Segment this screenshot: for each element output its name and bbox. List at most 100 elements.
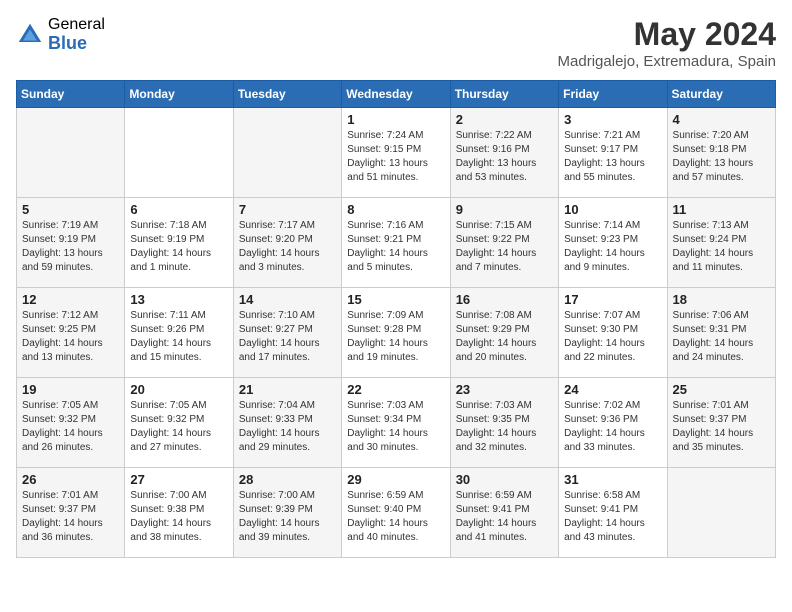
day-detail: Sunrise: 7:13 AM Sunset: 9:24 PM Dayligh… [673, 219, 770, 275]
page-header: General Blue May 2024 Madrigalejo, Extre… [16, 16, 776, 70]
day-detail: Sunrise: 7:05 AM Sunset: 9:32 PM Dayligh… [130, 399, 227, 455]
logo-blue: Blue [48, 34, 105, 54]
day-number: 3 [564, 112, 661, 127]
calendar-cell: 18Sunrise: 7:06 AM Sunset: 9:31 PM Dayli… [667, 288, 775, 378]
day-detail: Sunrise: 7:05 AM Sunset: 9:32 PM Dayligh… [22, 399, 119, 455]
calendar-cell [667, 468, 775, 558]
day-number: 14 [239, 292, 336, 307]
logo-text: General Blue [48, 16, 105, 53]
calendar-cell [17, 108, 125, 198]
calendar-body: 1 Sunrise: 7:24 AM Sunset: 9:15 PM Daylig… [17, 108, 776, 558]
day-number: 2 [456, 112, 553, 127]
logo: General Blue [16, 16, 105, 53]
day-number: 17 [564, 292, 661, 307]
calendar-cell: 13Sunrise: 7:11 AM Sunset: 9:26 PM Dayli… [125, 288, 233, 378]
calendar-cell: 12Sunrise: 7:12 AM Sunset: 9:25 PM Dayli… [17, 288, 125, 378]
column-header-tuesday: Tuesday [233, 81, 341, 108]
day-detail: Sunrise: 7:20 AM Sunset: 9:18 PM Dayligh… [673, 129, 770, 185]
day-detail: Sunrise: 7:12 AM Sunset: 9:25 PM Dayligh… [22, 309, 119, 365]
day-detail: Sunrise: 7:00 AM Sunset: 9:39 PM Dayligh… [239, 489, 336, 545]
calendar-table: SundayMondayTuesdayWednesdayThursdayFrid… [16, 80, 776, 558]
calendar-cell: 4 Sunrise: 7:20 AM Sunset: 9:18 PM Daylig… [667, 108, 775, 198]
day-number: 18 [673, 292, 770, 307]
day-number: 19 [22, 382, 119, 397]
day-detail: Sunrise: 7:18 AM Sunset: 9:19 PM Dayligh… [130, 219, 227, 275]
day-number: 22 [347, 382, 444, 397]
calendar-cell: 20 Sunrise: 7:05 AM Sunset: 9:32 PM Dayli… [125, 378, 233, 468]
page-subtitle: Madrigalejo, Extremadura, Spain [558, 53, 776, 70]
day-detail: Sunrise: 7:22 AM Sunset: 9:16 PM Dayligh… [456, 129, 553, 185]
calendar-cell: 15Sunrise: 7:09 AM Sunset: 9:28 PM Dayli… [342, 288, 450, 378]
day-detail: Sunrise: 7:17 AM Sunset: 9:20 PM Dayligh… [239, 219, 336, 275]
day-detail: Sunrise: 6:59 AM Sunset: 9:40 PM Dayligh… [347, 489, 444, 545]
calendar-cell: 3Sunrise: 7:21 AM Sunset: 9:17 PM Daylig… [559, 108, 667, 198]
day-number: 10 [564, 202, 661, 217]
logo-icon [16, 21, 44, 49]
calendar-cell: 30 Sunrise: 6:59 AM Sunset: 9:41 PM Dayli… [450, 468, 558, 558]
calendar-cell: 6Sunrise: 7:18 AM Sunset: 9:19 PM Daylig… [125, 198, 233, 288]
day-number: 23 [456, 382, 553, 397]
day-detail: Sunrise: 7:19 AM Sunset: 9:19 PM Dayligh… [22, 219, 119, 275]
calendar-cell: 21 Sunrise: 7:04 AM Sunset: 9:33 PM Dayli… [233, 378, 341, 468]
day-number: 29 [347, 472, 444, 487]
day-detail: Sunrise: 7:01 AM Sunset: 9:37 PM Dayligh… [22, 489, 119, 545]
day-number: 9 [456, 202, 553, 217]
calendar-cell: 31 Sunrise: 6:58 AM Sunset: 9:41 PM Dayli… [559, 468, 667, 558]
calendar-cell: 16 Sunrise: 7:08 AM Sunset: 9:29 PM Dayli… [450, 288, 558, 378]
day-number: 26 [22, 472, 119, 487]
calendar-cell: 11Sunrise: 7:13 AM Sunset: 9:24 PM Dayli… [667, 198, 775, 288]
column-header-saturday: Saturday [667, 81, 775, 108]
calendar-cell: 23 Sunrise: 7:03 AM Sunset: 9:35 PM Dayli… [450, 378, 558, 468]
calendar-cell: 8Sunrise: 7:16 AM Sunset: 9:21 PM Daylig… [342, 198, 450, 288]
day-detail: Sunrise: 7:24 AM Sunset: 9:15 PM Dayligh… [347, 129, 444, 185]
day-detail: Sunrise: 7:15 AM Sunset: 9:22 PM Dayligh… [456, 219, 553, 275]
day-number: 8 [347, 202, 444, 217]
day-number: 13 [130, 292, 227, 307]
day-number: 5 [22, 202, 119, 217]
day-detail: Sunrise: 6:59 AM Sunset: 9:41 PM Dayligh… [456, 489, 553, 545]
calendar-cell [125, 108, 233, 198]
calendar-cell: 10 Sunrise: 7:14 AM Sunset: 9:23 PM Dayli… [559, 198, 667, 288]
calendar-cell: 14 Sunrise: 7:10 AM Sunset: 9:27 PM Dayli… [233, 288, 341, 378]
day-number: 31 [564, 472, 661, 487]
day-number: 28 [239, 472, 336, 487]
day-detail: Sunrise: 7:10 AM Sunset: 9:27 PM Dayligh… [239, 309, 336, 365]
calendar-cell: 26 Sunrise: 7:01 AM Sunset: 9:37 PM Dayli… [17, 468, 125, 558]
week-row-4: 19 Sunrise: 7:05 AM Sunset: 9:32 PM Dayli… [17, 378, 776, 468]
day-number: 7 [239, 202, 336, 217]
day-detail: Sunrise: 7:14 AM Sunset: 9:23 PM Dayligh… [564, 219, 661, 275]
calendar-cell: 25Sunrise: 7:01 AM Sunset: 9:37 PM Dayli… [667, 378, 775, 468]
column-header-monday: Monday [125, 81, 233, 108]
day-detail: Sunrise: 6:58 AM Sunset: 9:41 PM Dayligh… [564, 489, 661, 545]
week-row-2: 5 Sunrise: 7:19 AM Sunset: 9:19 PM Daylig… [17, 198, 776, 288]
day-detail: Sunrise: 7:03 AM Sunset: 9:34 PM Dayligh… [347, 399, 444, 455]
week-row-3: 12Sunrise: 7:12 AM Sunset: 9:25 PM Dayli… [17, 288, 776, 378]
day-detail: Sunrise: 7:03 AM Sunset: 9:35 PM Dayligh… [456, 399, 553, 455]
day-number: 21 [239, 382, 336, 397]
calendar-cell: 24Sunrise: 7:02 AM Sunset: 9:36 PM Dayli… [559, 378, 667, 468]
calendar-cell: 29 Sunrise: 6:59 AM Sunset: 9:40 PM Dayli… [342, 468, 450, 558]
calendar-cell: 27Sunrise: 7:00 AM Sunset: 9:38 PM Dayli… [125, 468, 233, 558]
calendar-cell: 5 Sunrise: 7:19 AM Sunset: 9:19 PM Daylig… [17, 198, 125, 288]
calendar-cell: 7 Sunrise: 7:17 AM Sunset: 9:20 PM Daylig… [233, 198, 341, 288]
day-detail: Sunrise: 7:02 AM Sunset: 9:36 PM Dayligh… [564, 399, 661, 455]
calendar-cell: 28 Sunrise: 7:00 AM Sunset: 9:39 PM Dayli… [233, 468, 341, 558]
day-number: 30 [456, 472, 553, 487]
column-header-sunday: Sunday [17, 81, 125, 108]
day-number: 20 [130, 382, 227, 397]
day-number: 16 [456, 292, 553, 307]
calendar-header-row: SundayMondayTuesdayWednesdayThursdayFrid… [17, 81, 776, 108]
calendar-cell: 17 Sunrise: 7:07 AM Sunset: 9:30 PM Dayli… [559, 288, 667, 378]
day-detail: Sunrise: 7:07 AM Sunset: 9:30 PM Dayligh… [564, 309, 661, 365]
logo-general: General [48, 16, 105, 34]
calendar-cell: 1 Sunrise: 7:24 AM Sunset: 9:15 PM Daylig… [342, 108, 450, 198]
calendar-cell: 2 Sunrise: 7:22 AM Sunset: 9:16 PM Daylig… [450, 108, 558, 198]
day-detail: Sunrise: 7:04 AM Sunset: 9:33 PM Dayligh… [239, 399, 336, 455]
day-number: 1 [347, 112, 444, 127]
day-number: 4 [673, 112, 770, 127]
calendar-cell [233, 108, 341, 198]
calendar-cell: 9 Sunrise: 7:15 AM Sunset: 9:22 PM Daylig… [450, 198, 558, 288]
column-header-thursday: Thursday [450, 81, 558, 108]
day-detail: Sunrise: 7:01 AM Sunset: 9:37 PM Dayligh… [673, 399, 770, 455]
day-detail: Sunrise: 7:08 AM Sunset: 9:29 PM Dayligh… [456, 309, 553, 365]
